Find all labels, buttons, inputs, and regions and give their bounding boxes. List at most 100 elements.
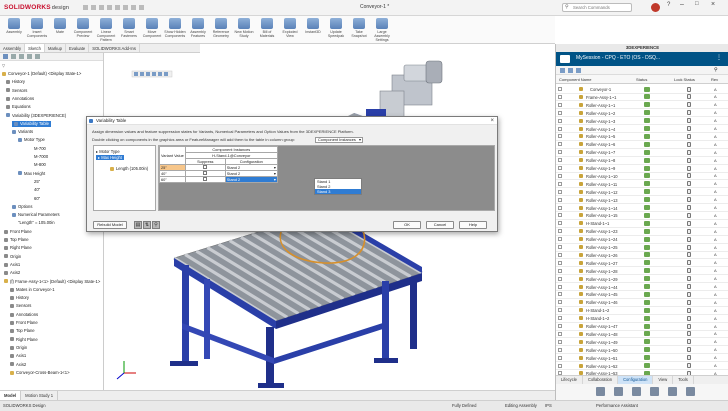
tree-item[interactable]: M-800 xyxy=(34,162,46,168)
ribbon-button-11[interactable]: Bill of Materials xyxy=(256,18,278,42)
variant-max-height[interactable]: ▸ Max Height xyxy=(96,155,124,160)
product-icon[interactable] xyxy=(596,387,605,396)
tree-item[interactable]: Numerical Parameters xyxy=(12,212,60,218)
tree-item[interactable]: Variability Table xyxy=(12,120,51,127)
view-triad[interactable] xyxy=(116,361,136,380)
ribbon-button-8[interactable]: Assembly Features xyxy=(187,18,209,42)
row-checkbox[interactable] xyxy=(558,221,562,226)
column-group-select[interactable]: Component Instances ▾ xyxy=(315,137,363,143)
row-checkbox[interactable] xyxy=(558,268,562,273)
tree-item[interactable]: Sensors xyxy=(6,88,27,94)
refresh-icon[interactable] xyxy=(568,68,573,73)
column-revision[interactable]: Rev xyxy=(711,77,718,82)
tree-item[interactable]: Annotations xyxy=(10,312,38,318)
tab-3[interactable]: Evaluate xyxy=(66,44,90,52)
tree-item[interactable]: History xyxy=(10,295,29,301)
maximize-icon[interactable]: □ xyxy=(695,1,699,7)
ribbon-button-4[interactable]: Linear Component Pattern xyxy=(95,18,117,42)
feature-manager-icon[interactable] xyxy=(3,54,8,59)
property-manager-icon[interactable] xyxy=(11,54,16,59)
ribbon-button-0[interactable]: Assembly xyxy=(3,18,25,42)
row-checkbox[interactable] xyxy=(558,300,562,305)
row-checkbox[interactable] xyxy=(558,126,562,131)
save-icon[interactable] xyxy=(107,5,113,10)
tree-item[interactable]: Axis2 xyxy=(10,362,26,368)
tree-item[interactable]: Variability (3DEXPERIENCE) xyxy=(6,113,66,119)
row-checkbox[interactable] xyxy=(558,252,562,257)
row-checkbox[interactable] xyxy=(558,94,562,99)
cancel-button[interactable]: Cancel xyxy=(426,221,454,229)
help-button[interactable]: Help xyxy=(459,221,487,229)
panel-tab-3[interactable]: View xyxy=(653,376,674,384)
suppress-checkbox[interactable] xyxy=(203,171,208,175)
tree-item[interactable]: Conveyor-Cross-Beam-1<1> xyxy=(10,370,70,376)
configure-icon[interactable] xyxy=(614,387,623,396)
tree-item[interactable]: Right Plane xyxy=(10,337,38,343)
table-row[interactable]: 60" Stand 2 ▾ xyxy=(159,176,278,183)
dimxpert-icon[interactable] xyxy=(27,54,32,59)
tree-item[interactable]: Sensors xyxy=(10,303,31,309)
row-checkbox[interactable] xyxy=(558,292,562,297)
ribbon-button-9[interactable]: Reference Geometry xyxy=(210,18,232,42)
ribbon-button-10[interactable]: New Motion Study xyxy=(233,18,255,42)
configuration-dropdown-list[interactable]: Stand 1 Stand 2 Stand 3 xyxy=(314,178,362,195)
tree-item[interactable]: Front Plane xyxy=(10,320,38,326)
tree-item[interactable]: Options xyxy=(12,204,32,210)
tree-filter-row[interactable]: ▽ xyxy=(2,63,102,69)
tab-4[interactable]: SOLIDWORKS Add-Ins xyxy=(89,44,140,52)
table-icon[interactable] xyxy=(650,387,659,396)
ok-button[interactable]: OK xyxy=(393,221,421,229)
save-icon[interactable] xyxy=(560,68,565,73)
row-checkbox[interactable] xyxy=(558,229,562,234)
tree-item[interactable]: 60" xyxy=(34,196,40,202)
configuration-manager-icon[interactable] xyxy=(19,54,24,59)
tree-item[interactable]: Top Plane xyxy=(4,237,29,243)
tab-0[interactable]: Assembly xyxy=(0,44,26,52)
row-checkbox[interactable] xyxy=(558,205,562,210)
panel-tab-0[interactable]: Lifecycle xyxy=(556,376,583,384)
ribbon-button-1[interactable]: Insert Components xyxy=(26,18,48,42)
print-icon[interactable] xyxy=(115,5,121,10)
row-checkbox[interactable] xyxy=(558,197,562,202)
tree-item[interactable]: 40" xyxy=(34,187,40,193)
row-checkbox[interactable] xyxy=(558,158,562,163)
tree-item[interactable]: Variants xyxy=(12,129,33,135)
tree-item[interactable]: M-700 xyxy=(34,146,46,152)
column-name[interactable]: Component Name xyxy=(559,77,591,82)
settings-icon[interactable] xyxy=(686,387,695,396)
tree-item[interactable]: 25" xyxy=(34,179,40,185)
ribbon-button-12[interactable]: Exploded View xyxy=(279,18,301,42)
row-checkbox[interactable] xyxy=(558,316,562,321)
tab-model[interactable]: Model xyxy=(0,391,22,400)
row-checkbox[interactable] xyxy=(558,87,562,91)
ribbon-button-2[interactable]: Mate xyxy=(49,18,71,42)
home-icon[interactable] xyxy=(83,5,89,10)
tree-item[interactable]: Mates in Conveyor-1 xyxy=(10,287,55,293)
row-checkbox[interactable] xyxy=(558,237,562,242)
tree-item[interactable]: Axis1 xyxy=(4,262,20,268)
dropdown-option[interactable]: Stand 3 xyxy=(315,189,361,194)
rebuild-icon[interactable] xyxy=(131,5,137,10)
ribbon-button-16[interactable]: Large Assembly Settings xyxy=(371,18,393,42)
ribbon-button-7[interactable]: Show Hidden Components xyxy=(164,18,186,42)
row-checkbox[interactable] xyxy=(558,324,562,328)
tree-item[interactable]: Axis1 xyxy=(10,353,26,359)
options-icon[interactable] xyxy=(139,5,145,10)
tree-item[interactable]: (f) Frame-Assy-1<1> (Default) <Display S… xyxy=(4,279,100,285)
dialog-close-icon[interactable]: × xyxy=(490,117,494,125)
help-icon[interactable]: ? xyxy=(667,2,670,8)
tree-item[interactable]: Annotations xyxy=(6,96,34,102)
more-icon[interactable]: ⋮ xyxy=(716,54,722,61)
tree-item[interactable]: Max Height xyxy=(18,171,45,177)
row-checkbox[interactable] xyxy=(558,363,562,368)
lock-icon[interactable] xyxy=(576,68,581,73)
suppress-checkbox-cell[interactable] xyxy=(184,176,226,183)
row-checkbox[interactable] xyxy=(558,102,562,107)
tree-item[interactable]: Axis2 xyxy=(4,270,20,276)
column-status[interactable]: Status xyxy=(636,77,647,82)
tab-2[interactable]: Markup xyxy=(45,44,66,52)
variability-table-dialog[interactable]: Variability Table × Assign dimension val… xyxy=(86,116,498,232)
ribbon-button-14[interactable]: Update Speedpak xyxy=(325,18,347,42)
ribbon-button-13[interactable]: Instant3D xyxy=(302,18,324,42)
row-checkbox[interactable] xyxy=(558,284,562,289)
